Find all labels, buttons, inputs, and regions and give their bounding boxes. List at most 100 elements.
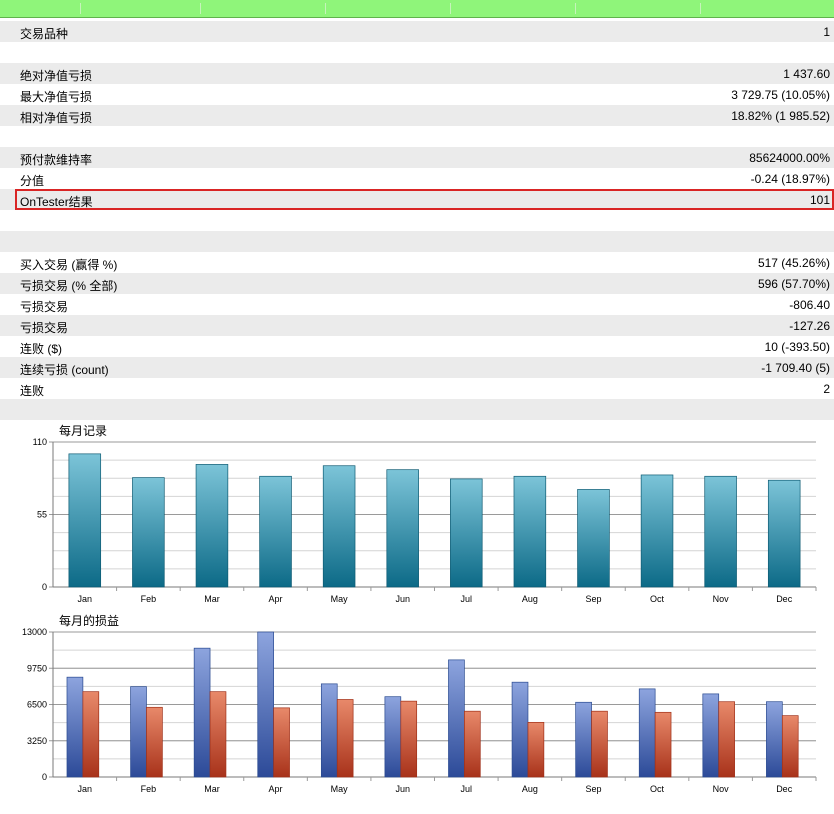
stat-value: -806.40: [789, 298, 830, 312]
stat-value: 1 437.60: [783, 67, 830, 81]
x-tick-label: Jun: [395, 594, 410, 604]
bar-primary: [384, 696, 402, 778]
x-tick-label: Jun: [395, 784, 410, 794]
y-tick-label: 6500: [27, 700, 47, 710]
stat-label: 连败: [20, 384, 45, 398]
stat-row: 连续亏损 (count) -1 709.40 (5): [0, 357, 834, 378]
bar-secondary: [209, 691, 227, 778]
stat-row: 相对净值亏损 18.82% (1 985.52): [0, 105, 834, 126]
x-tick-label: Jan: [78, 594, 93, 604]
bar-primary: [68, 453, 102, 588]
y-tick-label: 55: [37, 510, 47, 520]
x-tick-label: Dec: [776, 594, 793, 604]
stat-row: 绝对净值亏损 1 437.60: [0, 63, 834, 84]
header-separator: [80, 3, 81, 14]
x-tick-label: Jan: [78, 784, 93, 794]
bar-primary: [132, 477, 165, 588]
stat-value: 3 729.75 (10.05%): [731, 88, 830, 102]
x-tick-label: Oct: [650, 594, 665, 604]
bar-primary: [66, 676, 84, 778]
stat-value: 10 (-393.50): [764, 340, 830, 354]
bar-primary: [195, 464, 229, 588]
stat-row: 亏损交易 (% 全部) 596 (57.70%): [0, 273, 834, 294]
bar-primary: [704, 475, 737, 588]
bar-secondary: [781, 715, 799, 778]
header-separator: [450, 3, 451, 14]
x-tick-label: May: [331, 784, 349, 794]
x-tick-label: Nov: [713, 594, 730, 604]
stat-row: 买入交易 (赢得 %) 517 (45.26%): [0, 252, 834, 273]
stat-label: 买入交易 (赢得 %): [20, 258, 118, 272]
stat-label: 最大净值亏损: [20, 90, 93, 104]
bar-primary: [322, 465, 356, 588]
header-bar: [0, 0, 834, 18]
bar-secondary: [273, 707, 290, 778]
stat-row: [0, 210, 834, 231]
stat-label: 亏损交易 (% 全部): [20, 279, 118, 293]
bar-primary: [450, 478, 483, 588]
stat-row: [0, 399, 834, 420]
stat-value: 101: [809, 193, 830, 207]
y-tick-label: 0: [42, 582, 47, 592]
x-tick-label: Aug: [522, 594, 538, 604]
header-separator: [700, 3, 701, 14]
stat-row: [0, 42, 834, 63]
x-tick-label: Aug: [522, 784, 538, 794]
bar-primary: [767, 479, 801, 588]
bar-primary: [766, 701, 783, 778]
x-tick-label: Dec: [776, 784, 793, 794]
bar-secondary: [400, 700, 418, 778]
bar-secondary: [591, 710, 608, 778]
x-tick-label: May: [331, 594, 349, 604]
bar-primary: [513, 475, 547, 588]
chart-title: 每月的损益: [59, 613, 119, 628]
y-tick-label: 0: [42, 772, 47, 782]
x-tick-label: Jul: [461, 784, 473, 794]
stat-value: -127.26: [789, 319, 830, 333]
bar-secondary: [718, 701, 735, 778]
bar-secondary: [464, 710, 481, 778]
chart-title: 每月记录: [59, 423, 107, 438]
stat-value: 18.82% (1 985.52): [731, 109, 830, 123]
stat-value: -0.24 (18.97%): [750, 172, 830, 186]
x-tick-label: Mar: [204, 784, 220, 794]
bar-primary: [257, 631, 274, 778]
x-tick-label: Apr: [269, 784, 283, 794]
header-separator: [575, 3, 576, 14]
y-tick-label: 9750: [27, 663, 47, 673]
stat-row-highlighted: OnTester结果 101: [0, 189, 834, 210]
statistics-table: 交易品种 1 绝对净值亏损 1 437.60 最大净值亏损 3 729.75 (10.05…: [0, 21, 834, 420]
bar-secondary: [82, 691, 100, 778]
bar-primary: [448, 659, 465, 778]
bar-primary: [702, 693, 720, 778]
bar-primary: [386, 469, 419, 588]
stat-value: 1: [823, 25, 830, 39]
x-tick-label: Mar: [204, 594, 220, 604]
bar-primary: [511, 681, 529, 778]
monthly-pnl-svg: 每月的损益 0 3250 6500 9750 13000 Jan Feb Mar Apr May Ju…: [22, 613, 817, 794]
stat-label: 预付款维持率: [20, 153, 93, 167]
y-tick-label: 3250: [27, 736, 47, 746]
header-separator: [200, 3, 201, 14]
bar-secondary: [336, 699, 354, 778]
bar-primary: [193, 647, 211, 778]
stat-label: 相对净值亏损: [20, 111, 93, 125]
stat-value: 2: [823, 382, 830, 396]
x-tick-label: Sep: [585, 594, 601, 604]
x-tick-label: Apr: [269, 594, 283, 604]
bar-secondary: [527, 721, 545, 778]
stat-row: 连败 2: [0, 378, 834, 399]
stat-label: 交易品种: [20, 27, 69, 41]
bar-primary: [130, 686, 147, 778]
stat-row: 分值 -0.24 (18.97%): [0, 168, 834, 189]
stat-label: 亏损交易: [20, 300, 69, 314]
stat-label: 亏损交易: [20, 321, 69, 335]
stat-row: [0, 231, 834, 252]
y-tick-label: 13000: [22, 627, 47, 637]
bar-primary: [320, 683, 338, 778]
monthly-records-chart: 每月记录 0 55 110 Jan Feb Mar Apr May Jun Jul Aug Sep Oct…: [0, 420, 834, 610]
bar-primary: [575, 701, 592, 778]
x-tick-label: Oct: [650, 784, 665, 794]
stat-label: 分值: [20, 174, 45, 188]
stat-value: 596 (57.70%): [757, 277, 830, 291]
